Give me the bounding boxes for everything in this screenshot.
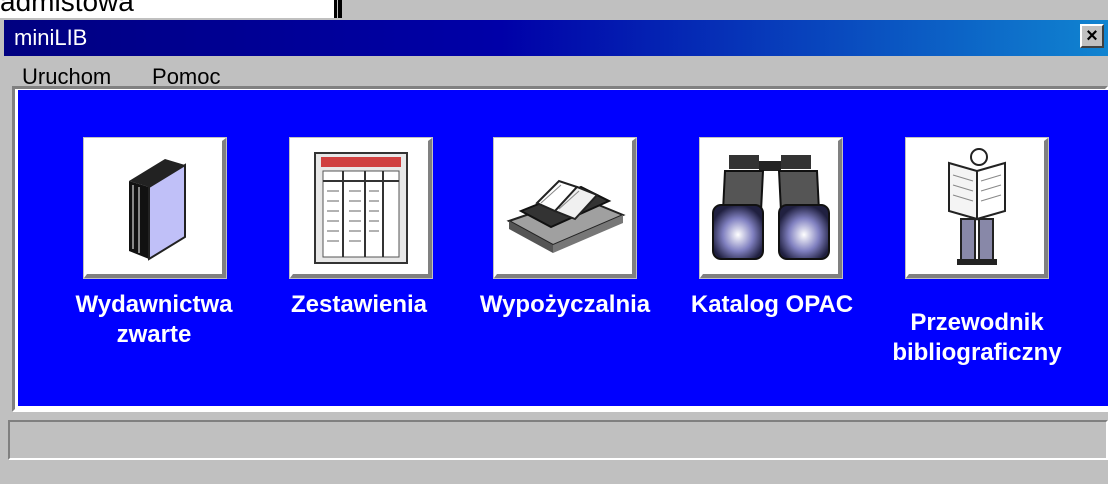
module-panel: Wydawnictwa zwarte Zestawienia Wypożycza… — [18, 90, 1108, 406]
label-line: Wypożyczalnia — [479, 291, 651, 318]
title-bar[interactable]: miniLIB × — [4, 20, 1108, 56]
tile-katalog-opac[interactable] — [699, 137, 843, 279]
background-divider — [338, 0, 342, 18]
tile-zestawienia[interactable] — [289, 137, 433, 279]
label-zestawienia: Zestawienia — [254, 290, 464, 320]
book-icon — [129, 159, 186, 261]
label-line: zwarte — [116, 321, 192, 348]
report-sheet-icon — [314, 152, 408, 264]
label-wypozyczalnia: Wypożyczalnia — [450, 290, 680, 320]
label-line: Zestawienia — [290, 291, 428, 318]
tile-wypozyczalnia[interactable] — [493, 137, 637, 279]
label-przewodnik-bibliograficzny: Przewodnik bibliograficzny — [870, 308, 1084, 368]
binoculars-icon — [712, 155, 830, 260]
close-icon: × — [1086, 25, 1098, 47]
label-line: bibliograficzny — [892, 339, 1062, 366]
label-line: Katalog OPAC — [690, 291, 854, 318]
background-window-strip: admistowa — [0, 0, 1108, 20]
label-line: Wydawnictwa — [75, 291, 233, 318]
window-title: miniLIB — [14, 25, 88, 50]
close-button[interactable]: × — [1080, 24, 1104, 48]
label-katalog-opac: Katalog OPAC — [670, 290, 874, 320]
reading-person-icon — [948, 148, 1006, 265]
open-book-stack-icon — [506, 179, 626, 253]
tile-wydawnictwa-zwarte[interactable] — [83, 137, 227, 279]
background-pane: admistowa — [0, 0, 337, 18]
label-wydawnictwa-zwarte: Wydawnictwa zwarte — [54, 290, 254, 350]
status-bar — [8, 420, 1108, 460]
tile-przewodnik-bibliograficzny[interactable] — [905, 137, 1049, 279]
label-line: Przewodnik — [910, 309, 1044, 336]
